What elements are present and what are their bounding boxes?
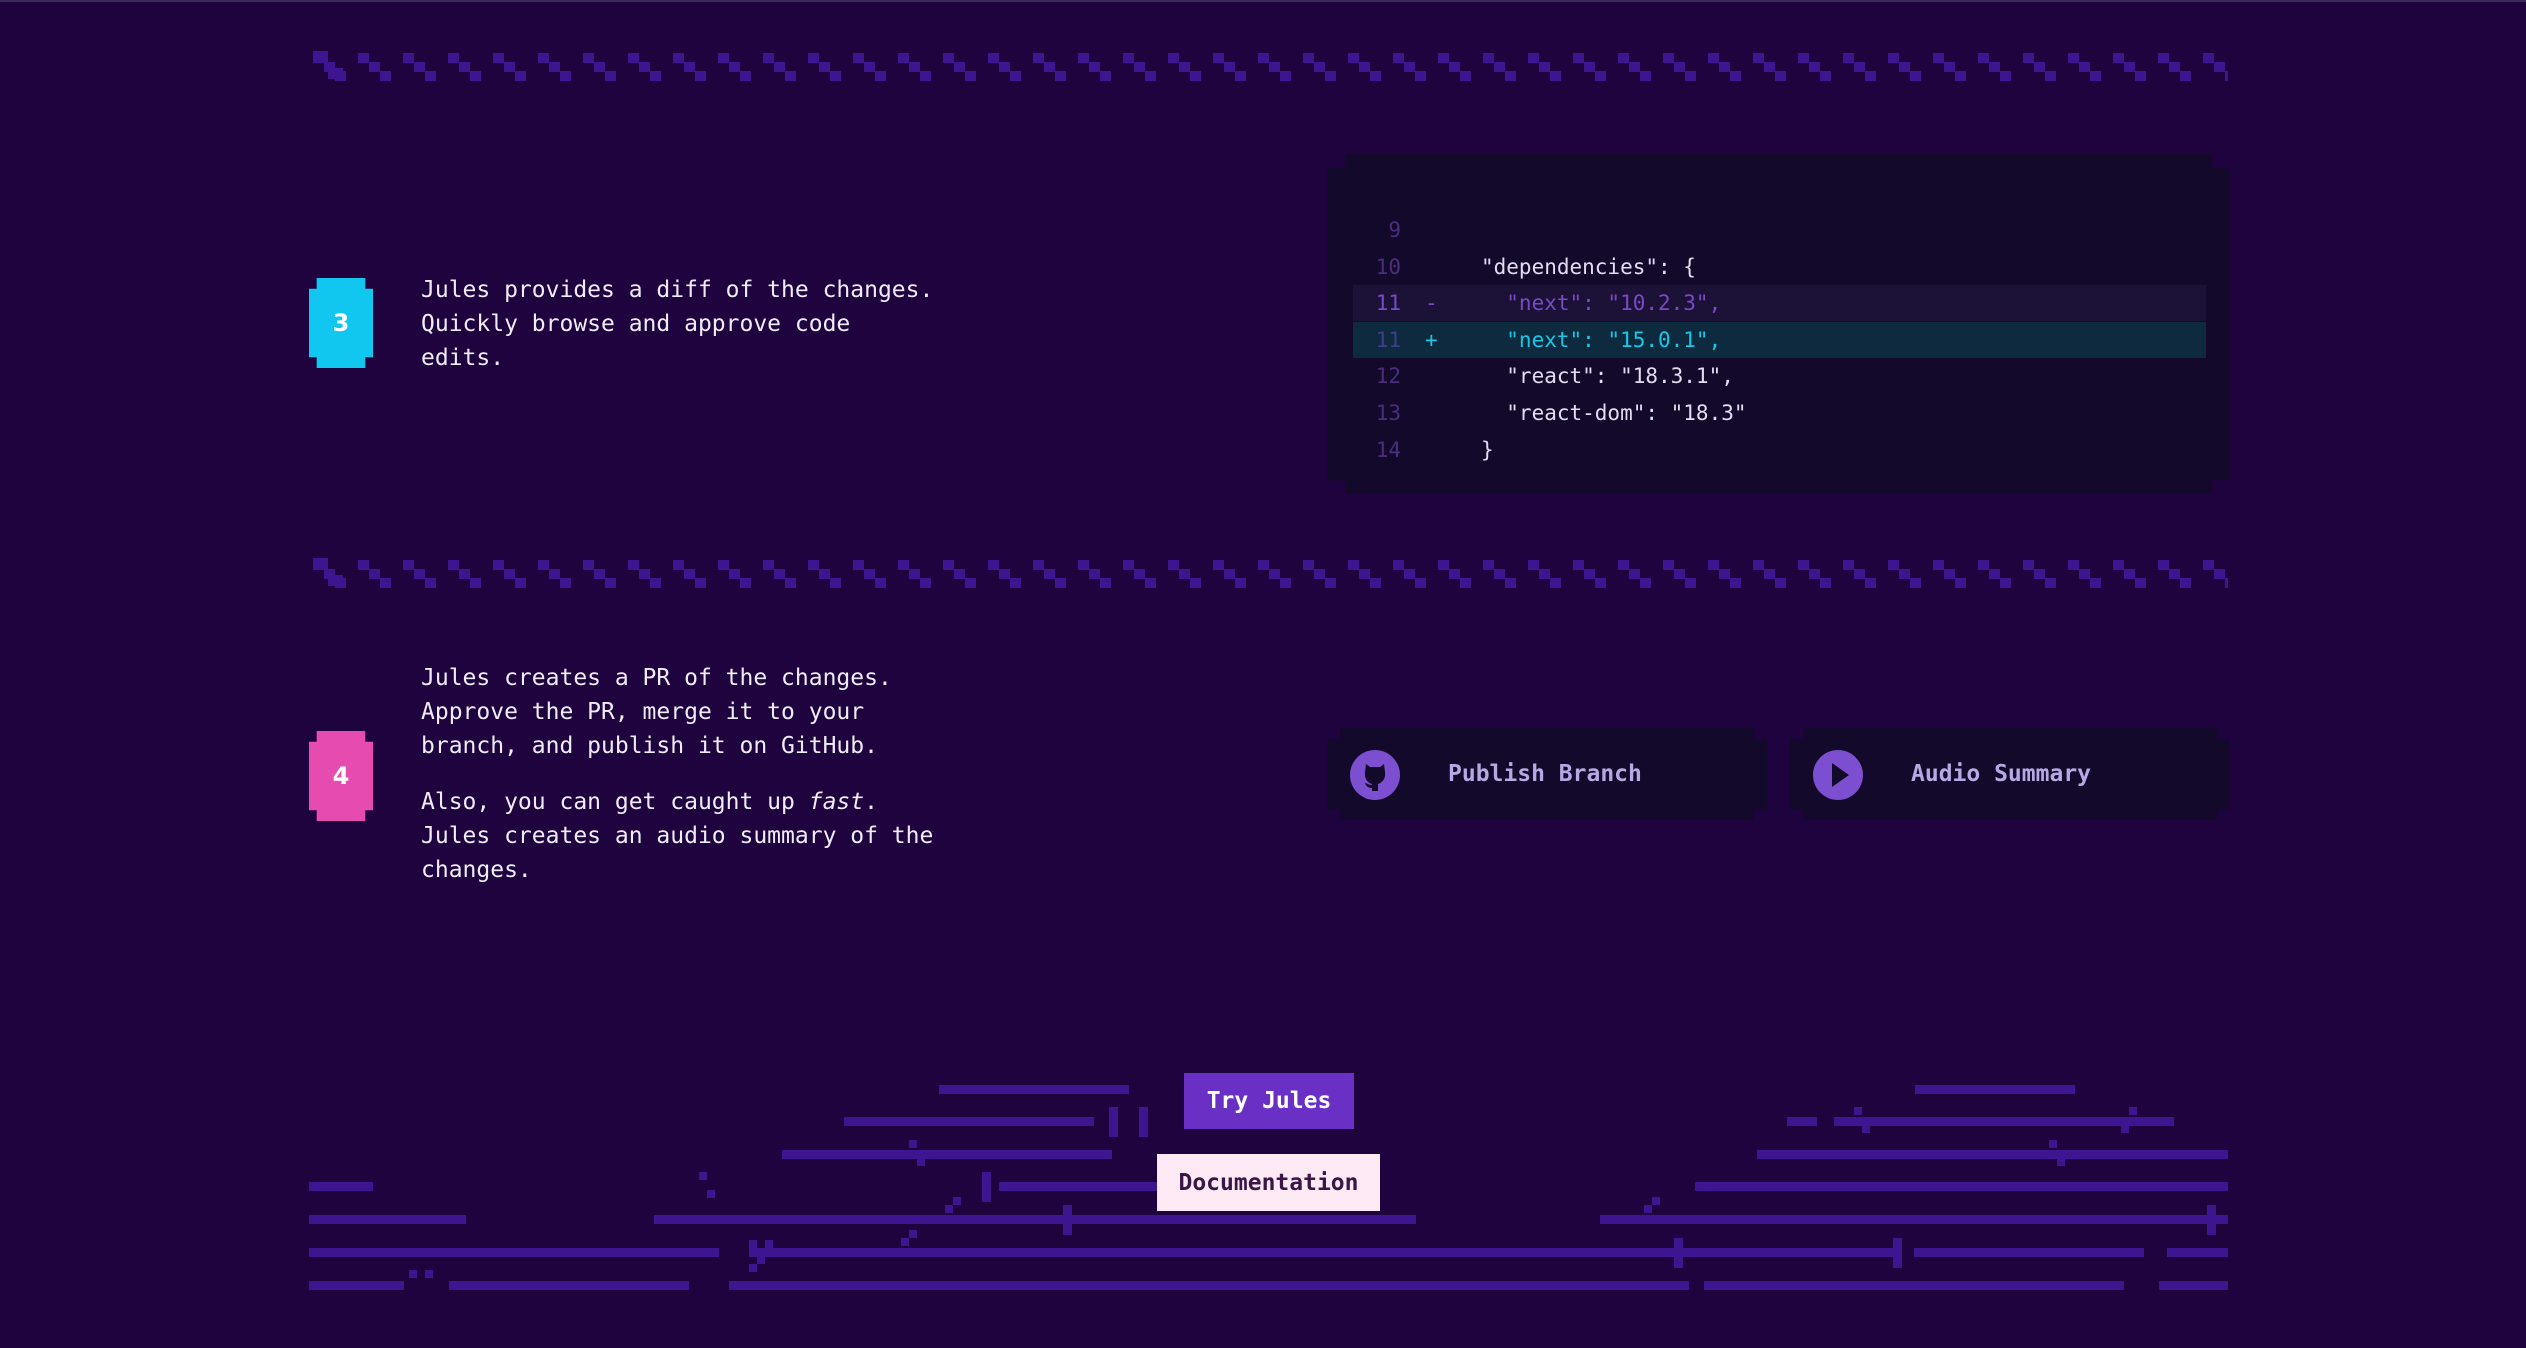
pixel-divider (313, 51, 2228, 83)
code-text: } (1481, 438, 1494, 462)
audio-summary-button[interactable]: Audio Summary (1790, 728, 2230, 820)
step-3-text: Jules provides a diff of the changes. Qu… (421, 277, 934, 371)
code-line: 12 "react": "18.3.1", (1353, 358, 2206, 394)
top-border (0, 0, 2526, 2)
step-4-badge: 4 (309, 731, 373, 821)
code-line-removed: 11 - "next": "10.2.3", (1353, 285, 2206, 321)
pixel-divider (313, 558, 2228, 590)
step-3-badge: 3 (309, 278, 373, 368)
code-line: 9 (1353, 212, 2206, 248)
audio-summary-label: Audio Summary (1911, 761, 2092, 787)
play-icon (1813, 750, 1863, 800)
line-number: 14 (1375, 438, 1401, 462)
code-line: 13 "react-dom": "18.3" (1353, 395, 2206, 431)
step-4-audio-text: Also, you can get caught up fast. Jules … (421, 785, 941, 887)
code-line: 14 } (1353, 432, 2206, 468)
github-icon (1350, 750, 1400, 800)
line-number: 11 (1375, 291, 1401, 315)
try-jules-button[interactable]: Try Jules (1184, 1073, 1354, 1129)
publish-branch-button[interactable]: Publish Branch (1327, 728, 1767, 820)
code-text: "dependencies": { (1481, 255, 1696, 279)
step-number: 4 (332, 762, 350, 790)
line-number: 13 (1375, 401, 1401, 425)
line-number: 10 (1375, 255, 1401, 279)
code-line: 10 "dependencies": { (1353, 249, 2206, 285)
line-number: 11 (1375, 328, 1401, 352)
code-text: "react": "18.3.1", (1481, 364, 1734, 388)
code-diff-panel: 9 10 "dependencies": { 11 - "next": "10.… (1327, 154, 2230, 494)
step-number: 3 (332, 309, 350, 337)
code-text: "react-dom": "18.3" (1481, 401, 1747, 425)
code-line-added: 11 + "next": "15.0.1", (1353, 322, 2206, 358)
diff-marker: - (1425, 291, 1438, 315)
line-number: 12 (1375, 364, 1401, 388)
step-4-text: Jules creates a PR of the changes. Appro… (421, 665, 892, 759)
step-3-description: Jules provides a diff of the changes. Qu… (421, 273, 941, 397)
code-text: "next": "10.2.3", (1481, 291, 1722, 315)
code-text: "next": "15.0.1", (1481, 328, 1722, 352)
step-4-description: Jules creates a PR of the changes. Appro… (421, 661, 941, 909)
text-fragment: Also, you can get caught up (421, 789, 809, 815)
publish-branch-label: Publish Branch (1448, 761, 1642, 787)
line-number: 9 (1388, 218, 1401, 242)
diff-marker: + (1425, 328, 1438, 352)
emphasis-text: fast (808, 789, 865, 815)
documentation-button[interactable]: Documentation (1157, 1154, 1380, 1211)
